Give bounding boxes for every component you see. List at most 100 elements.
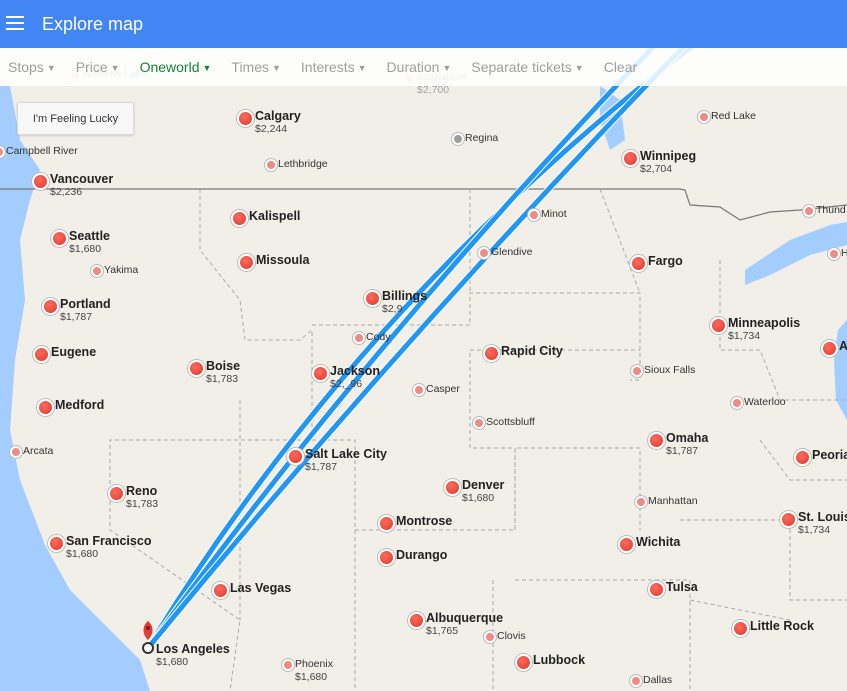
marker-dot-icon <box>731 397 743 409</box>
marker-dot-icon <box>364 290 381 307</box>
marker-dot-icon <box>353 332 365 344</box>
filter-oneworld[interactable]: Oneworld ▼ <box>140 59 212 75</box>
city-name: Arcata <box>23 445 54 457</box>
city-name: Reno <box>126 484 158 498</box>
filter-stops[interactable]: Stops ▼ <box>8 59 56 75</box>
city-name: Montrose <box>396 514 453 528</box>
marker-dot-icon <box>828 248 840 260</box>
city-name: Winnipeg <box>640 149 697 163</box>
marker-dot-icon <box>188 360 205 377</box>
city-name: Sioux Falls <box>644 364 696 376</box>
filter-duration[interactable]: Duration ▼ <box>387 59 452 75</box>
marker-dot-icon <box>622 150 639 167</box>
city-name: Seattle <box>69 229 110 243</box>
city-price: $2,_96 <box>330 378 363 390</box>
city-name: Omaha <box>666 431 709 445</box>
filter-interests[interactable]: Interests ▼ <box>301 59 367 75</box>
city-price: $1,787 <box>60 311 93 323</box>
city-name: Tulsa <box>666 580 698 594</box>
city-name: Casper <box>426 383 460 395</box>
city-name: Rapid City <box>501 344 563 358</box>
marker-dot-icon <box>631 365 643 377</box>
marker-dot-icon <box>413 384 425 396</box>
city-name: A <box>839 339 847 353</box>
filter-label: Stops <box>8 59 44 75</box>
city-price: $1,783 <box>206 373 239 385</box>
caret-down-icon: ▼ <box>46 63 56 74</box>
city-name: Red Lake <box>711 110 756 122</box>
city-name: Minneapolis <box>728 316 801 330</box>
marker-dot-icon <box>478 247 490 259</box>
city-price: $2,244 <box>255 123 288 135</box>
marker-dot-icon <box>212 582 229 599</box>
filter-label: Separate tickets <box>471 59 572 75</box>
caret-down-icon: ▼ <box>442 63 452 74</box>
filter-label: Clear <box>603 59 638 75</box>
app-header: Explore map <box>0 0 847 48</box>
city-name: Ha <box>841 247 847 259</box>
city-name: Kalispell <box>249 209 301 223</box>
marker-dot-icon <box>312 365 329 382</box>
marker-dot-icon <box>287 448 304 465</box>
marker-dot-icon <box>33 346 50 363</box>
marker-dot-icon <box>483 345 500 362</box>
city-name: Yakima <box>104 264 139 276</box>
marker-dot-icon <box>378 515 395 532</box>
caret-down-icon: ▼ <box>357 63 367 74</box>
city-name: Little Rock <box>750 619 814 633</box>
marker-dot-icon <box>698 111 710 123</box>
marker-dot-icon <box>265 159 277 171</box>
city-name: Regina <box>465 132 499 144</box>
marker-dot-icon <box>648 581 665 598</box>
city-name: Peoria <box>812 448 847 462</box>
city-price: $2,704 <box>640 163 673 175</box>
marker-dot-icon <box>444 479 461 496</box>
marker-dot-icon <box>528 209 540 221</box>
marker-dot-icon <box>237 110 254 127</box>
marker-dot-icon <box>710 317 727 334</box>
filter-times[interactable]: Times ▼ <box>231 59 281 75</box>
marker-dot-icon <box>108 485 125 502</box>
marker-dot-icon <box>630 675 642 687</box>
city-name: Portland <box>60 297 111 311</box>
marker-dot-icon <box>378 549 395 566</box>
marker-dot-icon <box>821 340 838 357</box>
city-name: Salt Lake City <box>305 447 387 461</box>
city-name: Phoenix <box>295 658 333 670</box>
city-price: $2,236 <box>50 186 83 198</box>
city-name: Eugene <box>51 345 97 359</box>
city-name: Denver <box>462 478 505 492</box>
city-name: Wichita <box>636 535 681 549</box>
marker-dot-icon <box>794 449 811 466</box>
marker-dot-icon <box>484 631 496 643</box>
filter-label: Duration <box>386 59 440 75</box>
marker-dot-icon <box>515 654 532 671</box>
city-name: Lubbock <box>533 653 586 667</box>
filter-bar: Stops ▼ Price ▼ Oneworld ▼ Times ▼ Interests ▼ Dur… <box>0 48 847 86</box>
city-name: San Francisco <box>66 534 152 548</box>
city-price: $1,787 <box>666 445 699 457</box>
filter-price[interactable]: Price ▼ <box>76 59 120 75</box>
city-price: $1,680 <box>69 243 102 255</box>
city-name: Billings <box>382 289 428 303</box>
city-name: St. Louis <box>798 510 847 524</box>
filter-separate-tickets[interactable]: Separate tickets ▼ <box>471 59 583 75</box>
city-price: $1,680 <box>156 656 189 668</box>
city-name: Glendive <box>491 246 533 258</box>
city-name: Albuquerque <box>426 611 504 625</box>
city-name: Vancouver <box>50 172 114 186</box>
city-name: Campbell River <box>6 145 78 157</box>
city-price: $1,680 <box>295 671 328 683</box>
city-name: Calgary <box>255 109 301 123</box>
filter-clear[interactable]: Clear <box>604 59 637 75</box>
city-name: Medford <box>55 398 105 412</box>
city-price: $1,734 <box>728 330 761 342</box>
city-price: $1,734 <box>798 524 831 536</box>
hamburger-menu-icon[interactable] <box>6 16 24 30</box>
city-name: Durango <box>396 548 448 562</box>
marker-dot-icon <box>42 298 59 315</box>
city-name: Jackson <box>330 364 381 378</box>
marker-dot-icon <box>473 417 485 429</box>
city-name: Los Angeles <box>156 642 230 656</box>
feeling-lucky-button[interactable]: I'm Feeling Lucky <box>17 102 134 135</box>
